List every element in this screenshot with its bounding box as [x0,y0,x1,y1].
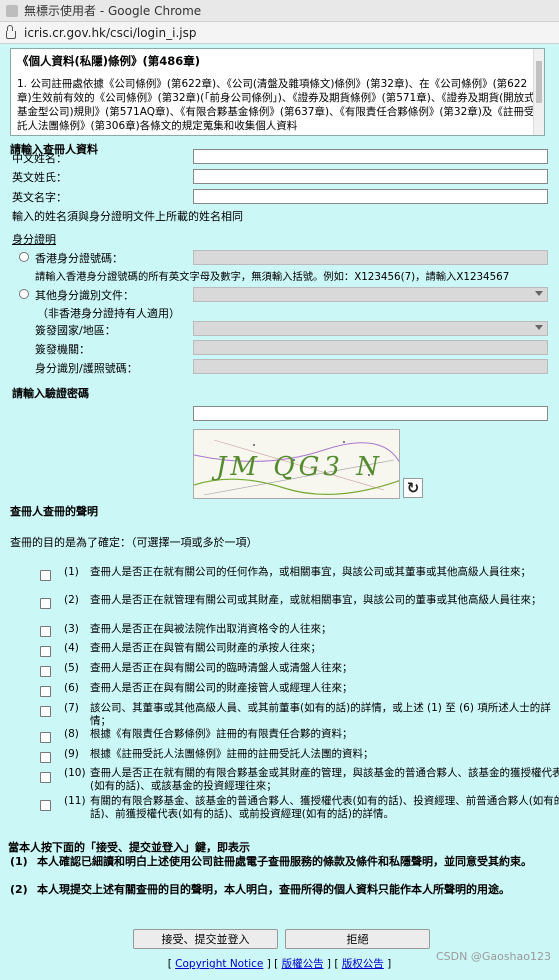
rights-notice-simplified-link[interactable]: 版权公告 [342,958,384,970]
scrollbar-thumb[interactable] [536,61,542,103]
purpose-checkbox-7[interactable] [40,706,51,717]
hkid-input[interactable] [193,250,548,265]
purpose-num-4: (4) [64,642,79,654]
privacy-notice-box[interactable]: 《個人資料(私隱)條例》(第486章) 1. 公司註冊處依據《公司條例》(第62… [10,48,545,136]
purpose-text-9: 根據《註冊受託人法團條例》註冊的註冊受託人法團的資料； [90,748,374,760]
issuing-authority-label: 簽發機關： [35,343,90,356]
purpose-text-10: 查冊人是否正在就有關的有限合夥基金或其財產的管理，與該基金的普通合夥人、該基金的… [90,767,559,792]
issuing-authority-input[interactable] [193,340,548,355]
confirm-num-2: (2) [10,883,28,896]
refresh-icon[interactable]: ↻ [403,478,423,498]
purpose-text-8: 根據《有限責任合夥條例》註冊的有限責任合夥的資料； [90,728,353,740]
url-text[interactable]: icris.cr.gov.hk/csci/login_i.jsp [24,26,196,40]
purpose-checkbox-10[interactable] [40,772,51,783]
purpose-num-11: (11) [64,795,86,807]
purpose-checkbox-5[interactable] [40,666,51,677]
purpose-num-9: (9) [64,748,79,760]
lock-icon [6,24,16,39]
purpose-text-5: 查冊人是否正在與有關公司的臨時清盤人或清盤人往來； [90,662,353,674]
declaration-section-title: 查冊人查冊的聲明 [10,505,98,518]
captcha-image: JM QG3 N [193,429,400,499]
address-bar[interactable]: icris.cr.gov.hk/csci/login_i.jsp [0,22,559,44]
purpose-num-6: (6) [64,682,79,694]
confirm-intro: 當本人按下面的「接受、提交並登入」鍵，即表示 [8,841,250,854]
browser-title-bar: 無標示使用者 - Google Chrome [0,0,559,22]
confirm-num-1: (1) [10,855,28,868]
purpose-text-7: 該公司、其董事或其他高級人員、或其前董事(如有的話)的詳情，或上述 (1) 至 … [90,702,551,727]
purpose-num-1: (1) [64,566,79,578]
doc-number-label: 身分識別/護照號碼： [35,362,138,375]
doc-number-input[interactable] [193,359,548,374]
incognito-icon [6,4,18,17]
declaration-intro: 查冊的目的是為了確定：（可選擇一項或多於一項） [10,536,258,549]
english-surname-input[interactable] [193,169,548,184]
identity-section-title: 身分證明 [12,233,56,246]
purpose-checkbox-11[interactable] [40,800,51,811]
notice-paragraph: 1. 公司註冊處依據《公司條例》(第622章)、《公司(清盤及雜項條文)條例》(… [17,78,535,132]
purpose-num-3: (3) [64,623,79,635]
chinese-name-label: 中文姓名： [12,152,67,165]
english-given-input[interactable] [193,189,548,204]
purpose-text-6: 查冊人是否正在與有關公司的財產接管人或經理人往來； [90,682,353,694]
purpose-checkbox-6[interactable] [40,686,51,697]
confirm-text-2: 本人現提交上述有關查冊的目的聲明，本人明白，查冊所得的個人資料只能作本人所聲明的… [37,883,510,896]
english-given-label: 英文名字： [12,191,67,204]
other-doc-label: 其他身分識別文件： [35,289,134,302]
purpose-checkbox-8[interactable] [40,732,51,743]
captcha-section-title: 請輸入驗證密碼 [12,387,89,400]
login-page: 《個人資料(私隱)條例》(第486章) 1. 公司註冊處依據《公司條例》(第62… [0,44,559,980]
purpose-checkbox-3[interactable] [40,626,51,637]
accept-submit-login-button[interactable]: 接受、提交並登入 [133,929,278,949]
purpose-text-1: 查冊人是否正在就有關公司的任何作為，或相關事宜，與該公司或其董事或其他高級人員往… [90,566,531,578]
purpose-num-10: (10) [64,767,86,779]
chevron-down-icon [535,291,543,296]
purpose-num-8: (8) [64,728,79,740]
notice-scrollbar[interactable] [533,49,544,135]
other-doc-select[interactable] [193,287,548,302]
issuing-country-label: 簽發國家/地區： [35,324,116,337]
purpose-text-4: 查冊人是否正在與管有關公司財產的承按人往來； [90,642,321,654]
hkid-radio[interactable] [19,252,29,262]
purpose-text-2: 查冊人是否正在就管理有關公司或其財產，或就相關事宜，與該公司的董事或其他高級人員… [90,594,542,606]
purpose-checkbox-2[interactable] [40,598,51,609]
purpose-num-2: (2) [64,594,79,606]
purpose-checkbox-9[interactable] [40,752,51,763]
purpose-num-5: (5) [64,662,79,674]
name-note: 輸入的姓名須與身分證明文件上所載的姓名相同 [12,210,243,223]
purpose-text-3: 查冊人是否正在與被法院作出取消資格令的人往來； [90,623,332,635]
chevron-down-icon [535,325,543,330]
notice-heading: 《個人資料(私隱)條例》(第486章) [17,54,201,68]
reject-button[interactable]: 拒絕 [285,929,430,949]
purpose-text-11: 有關的有限合夥基金、該基金的普通合夥人、獲授權代表(如有的話)、投資經理、前普通… [90,795,559,820]
hkid-note: 請輸入香港身分證號碼的所有英文字母及數字，無須輸入括號。例如：X123456(7… [35,271,510,283]
captcha-text: JM QG3 N [216,452,383,482]
other-doc-note: （非香港身分證持有人適用） [37,307,180,320]
watermark: CSDN @Gaoshao123 [435,950,551,963]
other-doc-radio[interactable] [19,289,29,299]
purpose-num-7: (7) [64,702,79,714]
english-surname-label: 英文姓氏： [12,171,67,184]
confirm-text-1: 本人確認已細讀和明白上述使用公司註冊處電子查冊服務的條款及條件和私隱聲明，並同意… [37,855,532,868]
issuing-country-select[interactable] [193,321,548,336]
purpose-checkbox-1[interactable] [40,570,51,581]
purpose-checkbox-4[interactable] [40,646,51,657]
captcha-input[interactable] [193,406,548,421]
chinese-name-input[interactable] [193,149,548,164]
hkid-label: 香港身分證號碼： [35,252,123,265]
copyright-notice-link[interactable]: Copyright Notice [175,958,263,970]
browser-title: 無標示使用者 - Google Chrome [24,4,202,18]
rights-notice-link[interactable]: 版權公告 [282,958,324,970]
